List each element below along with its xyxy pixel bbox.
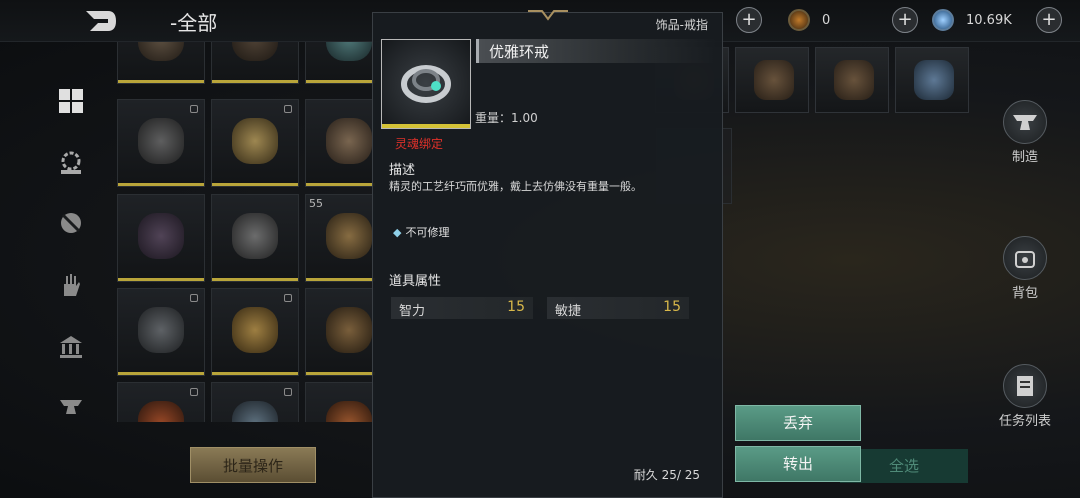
gem-value: 10.69K	[966, 12, 1012, 28]
anvil-icon	[60, 400, 82, 414]
quest-list-label: 任务列表	[998, 414, 1051, 429]
add-currency-button[interactable]: +	[736, 7, 762, 33]
stat-name: 智力	[399, 304, 426, 319]
inventory-slot[interactable]	[211, 99, 299, 187]
item-icon	[232, 307, 278, 353]
nav-materials[interactable]	[52, 266, 90, 304]
discard-button[interactable]: 丢弃	[735, 405, 861, 441]
coin-currency: 0 +	[788, 6, 918, 34]
inventory-slot[interactable]	[211, 42, 299, 84]
page-title: -全部	[170, 11, 218, 35]
inventory-slot[interactable]	[305, 382, 375, 422]
scroll-icon	[1003, 364, 1047, 408]
ring-icon	[401, 65, 451, 103]
stat-intelligence: 智力 15	[391, 297, 533, 319]
inventory-slot[interactable]	[117, 42, 205, 84]
stat-value: 15	[663, 299, 681, 315]
properties-header: 道具属性	[389, 274, 442, 289]
add-coin-button[interactable]: +	[892, 7, 918, 33]
item-icon	[232, 401, 278, 422]
inventory-slot[interactable]	[305, 42, 375, 84]
description-text: 精灵的工艺纤巧而优雅，戴上去仿佛没有重量一般。	[389, 180, 642, 193]
back-arrow-icon	[86, 11, 116, 31]
stat-agility: 敏捷 15	[547, 297, 689, 319]
craft-label: 制造	[1011, 150, 1038, 165]
item-icon	[326, 307, 372, 353]
soulbound-label: 灵魂绑定	[395, 137, 444, 151]
batch-operation-button[interactable]: 批量操作	[190, 447, 316, 483]
item-category: 饰品-戒指	[655, 18, 708, 32]
no-entry-icon	[61, 213, 81, 233]
inventory-slot[interactable]	[117, 382, 205, 422]
item-icon	[138, 118, 184, 164]
bag-label: 背包	[1011, 286, 1038, 301]
bag-icon	[1003, 236, 1047, 280]
hand-icon	[64, 274, 80, 296]
gear-shield-icon	[61, 151, 81, 174]
quest-list-tool[interactable]: 任务列表	[997, 364, 1053, 429]
item-icon	[232, 42, 278, 61]
gem-icon	[932, 9, 954, 31]
inventory-slot[interactable]	[117, 288, 205, 376]
craft-tool[interactable]: 制造	[997, 100, 1053, 165]
item-name-bar: 优雅环戒	[476, 39, 716, 63]
item-name: 优雅环戒	[489, 43, 550, 61]
item-icon	[232, 118, 278, 164]
storage-slot[interactable]	[895, 47, 969, 113]
back-button[interactable]	[82, 6, 122, 36]
item-tooltip: 饰品-戒指 优雅环戒 重量：1.00 灵魂绑定 描述 精灵的工艺纤巧而优雅，戴上…	[372, 10, 723, 498]
nav-bank[interactable]	[52, 328, 90, 366]
item-icon	[138, 42, 184, 61]
anvil-icon	[1003, 100, 1047, 144]
gem-currency: 10.69K +	[932, 6, 1062, 34]
inventory-slot[interactable]	[117, 194, 205, 282]
ornament-icon	[528, 10, 568, 21]
item-weight: 重量：1.00	[475, 111, 538, 125]
coin-icon	[788, 9, 810, 31]
inventory-slot[interactable]: 55	[305, 194, 375, 282]
inventory-grid: 55	[117, 42, 375, 422]
item-icon	[232, 213, 278, 259]
item-icon	[914, 60, 954, 100]
item-icon-frame	[381, 39, 471, 129]
item-icon	[326, 118, 372, 164]
inventory-slot[interactable]	[211, 382, 299, 422]
nav-restricted[interactable]	[52, 204, 90, 242]
durability: 耐久 25/ 25	[633, 468, 700, 482]
stat-name: 敏捷	[555, 304, 582, 319]
item-icon	[326, 401, 372, 422]
inventory-slot[interactable]	[305, 99, 375, 187]
transfer-button[interactable]: 转出	[735, 446, 861, 482]
diamond-bullet-icon: ◆	[393, 226, 402, 239]
item-icon	[138, 401, 184, 422]
inventory-slot[interactable]	[117, 99, 205, 187]
item-icon	[754, 60, 794, 100]
bag-tool[interactable]: 背包	[997, 236, 1053, 301]
inventory-slot[interactable]	[305, 288, 375, 376]
nav-all[interactable]	[52, 82, 90, 120]
coin-value: 0	[822, 12, 831, 28]
storage-slot[interactable]	[815, 47, 889, 113]
stat-value: 15	[507, 299, 525, 315]
item-level: 55	[309, 197, 323, 210]
item-icon	[326, 42, 372, 61]
bank-icon	[60, 336, 82, 358]
nav-crafting[interactable]	[52, 388, 90, 426]
item-icon	[834, 60, 874, 100]
item-icon	[138, 213, 184, 259]
item-icon	[326, 213, 372, 259]
nav-equipment[interactable]	[52, 144, 90, 182]
inventory-slot[interactable]	[211, 288, 299, 376]
item-icon	[138, 307, 184, 353]
repair-status: ◆ 不可修理	[393, 226, 450, 239]
inventory-slot[interactable]	[211, 194, 299, 282]
storage-slot[interactable]	[735, 47, 809, 113]
inventory-screen: -全部 + 0 + 10.69K + 55 批量操作 制造 背包 任务列表 全选…	[0, 0, 1080, 498]
grid-view-icon	[59, 89, 83, 113]
add-gem-button[interactable]: +	[1036, 7, 1062, 33]
description-header: 描述	[389, 163, 416, 178]
